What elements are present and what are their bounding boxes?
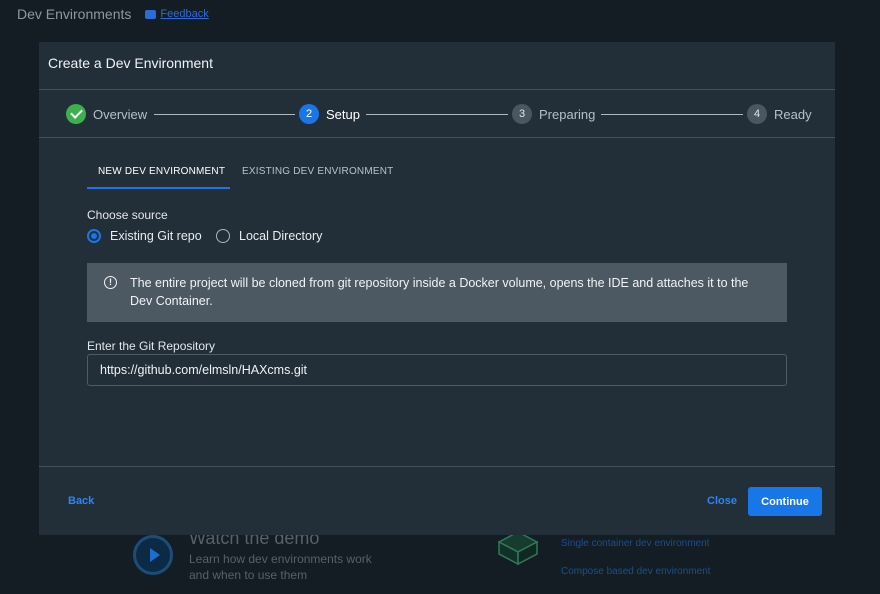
radio-local-directory[interactable]: Local Directory [216,229,322,243]
link-single-container[interactable]: Single container dev environment [561,538,711,549]
git-repository-input[interactable] [87,354,787,386]
demo-subtitle: Learn how dev environments work [189,552,372,566]
feedback-link[interactable]: Feedback [160,8,208,20]
radio-unselected-icon[interactable] [216,229,230,243]
step-label: Preparing [539,106,596,122]
play-icon[interactable] [133,535,173,575]
divider [39,137,835,138]
step-ready: 4 Ready [747,104,812,124]
repo-label: Enter the Git Repository [87,339,216,353]
step-overview: Overview [66,104,147,124]
divider [39,466,835,467]
step-label: Ready [774,106,812,122]
tab-new-dev-environment[interactable]: NEW DEV ENVIRONMENT [98,166,225,177]
radio-label: Local Directory [239,229,323,243]
choose-source-label: Choose source [87,208,168,222]
link-compose[interactable]: Compose based dev environment [561,566,711,577]
step-connector [154,114,295,115]
step-connector [366,114,508,115]
step-label: Overview [93,106,148,122]
step-number: 3 [512,104,532,124]
step-setup: 2 Setup [299,104,360,124]
radio-existing-git-repo[interactable]: Existing Git repo [87,229,202,243]
radio-label: Existing Git repo [110,229,202,243]
back-button[interactable]: Back [68,495,94,507]
step-connector [601,114,743,115]
feedback-icon [145,9,157,19]
step-number: 4 [747,104,767,124]
continue-button[interactable]: Continue [748,487,822,516]
info-text: The entire project will be cloned from g… [130,276,749,308]
divider [39,89,835,90]
create-dev-environment-dialog: Create a Dev Environment Overview 2 Setu… [39,42,835,535]
check-icon [66,104,86,124]
radio-selected-icon[interactable] [87,229,101,243]
step-preparing: 3 Preparing [512,104,595,124]
step-number: 2 [299,104,319,124]
example-links: Single container dev environment Compose… [561,538,711,594]
active-tab-indicator [87,187,230,189]
page-title: Dev Environments [17,6,132,22]
step-label: Setup [326,106,360,122]
page-header: Dev Environments Feedback [17,6,209,22]
watch-demo-card: Watch the demo Learn how dev environment… [133,529,372,583]
info-banner: ! The entire project will be cloned from… [87,263,787,322]
cube-icon [497,531,539,566]
close-button[interactable]: Close [707,495,737,507]
dialog-title: Create a Dev Environment [48,55,213,71]
tab-existing-dev-environment[interactable]: EXISTING DEV ENVIRONMENT [242,166,394,177]
info-icon: ! [104,276,117,289]
